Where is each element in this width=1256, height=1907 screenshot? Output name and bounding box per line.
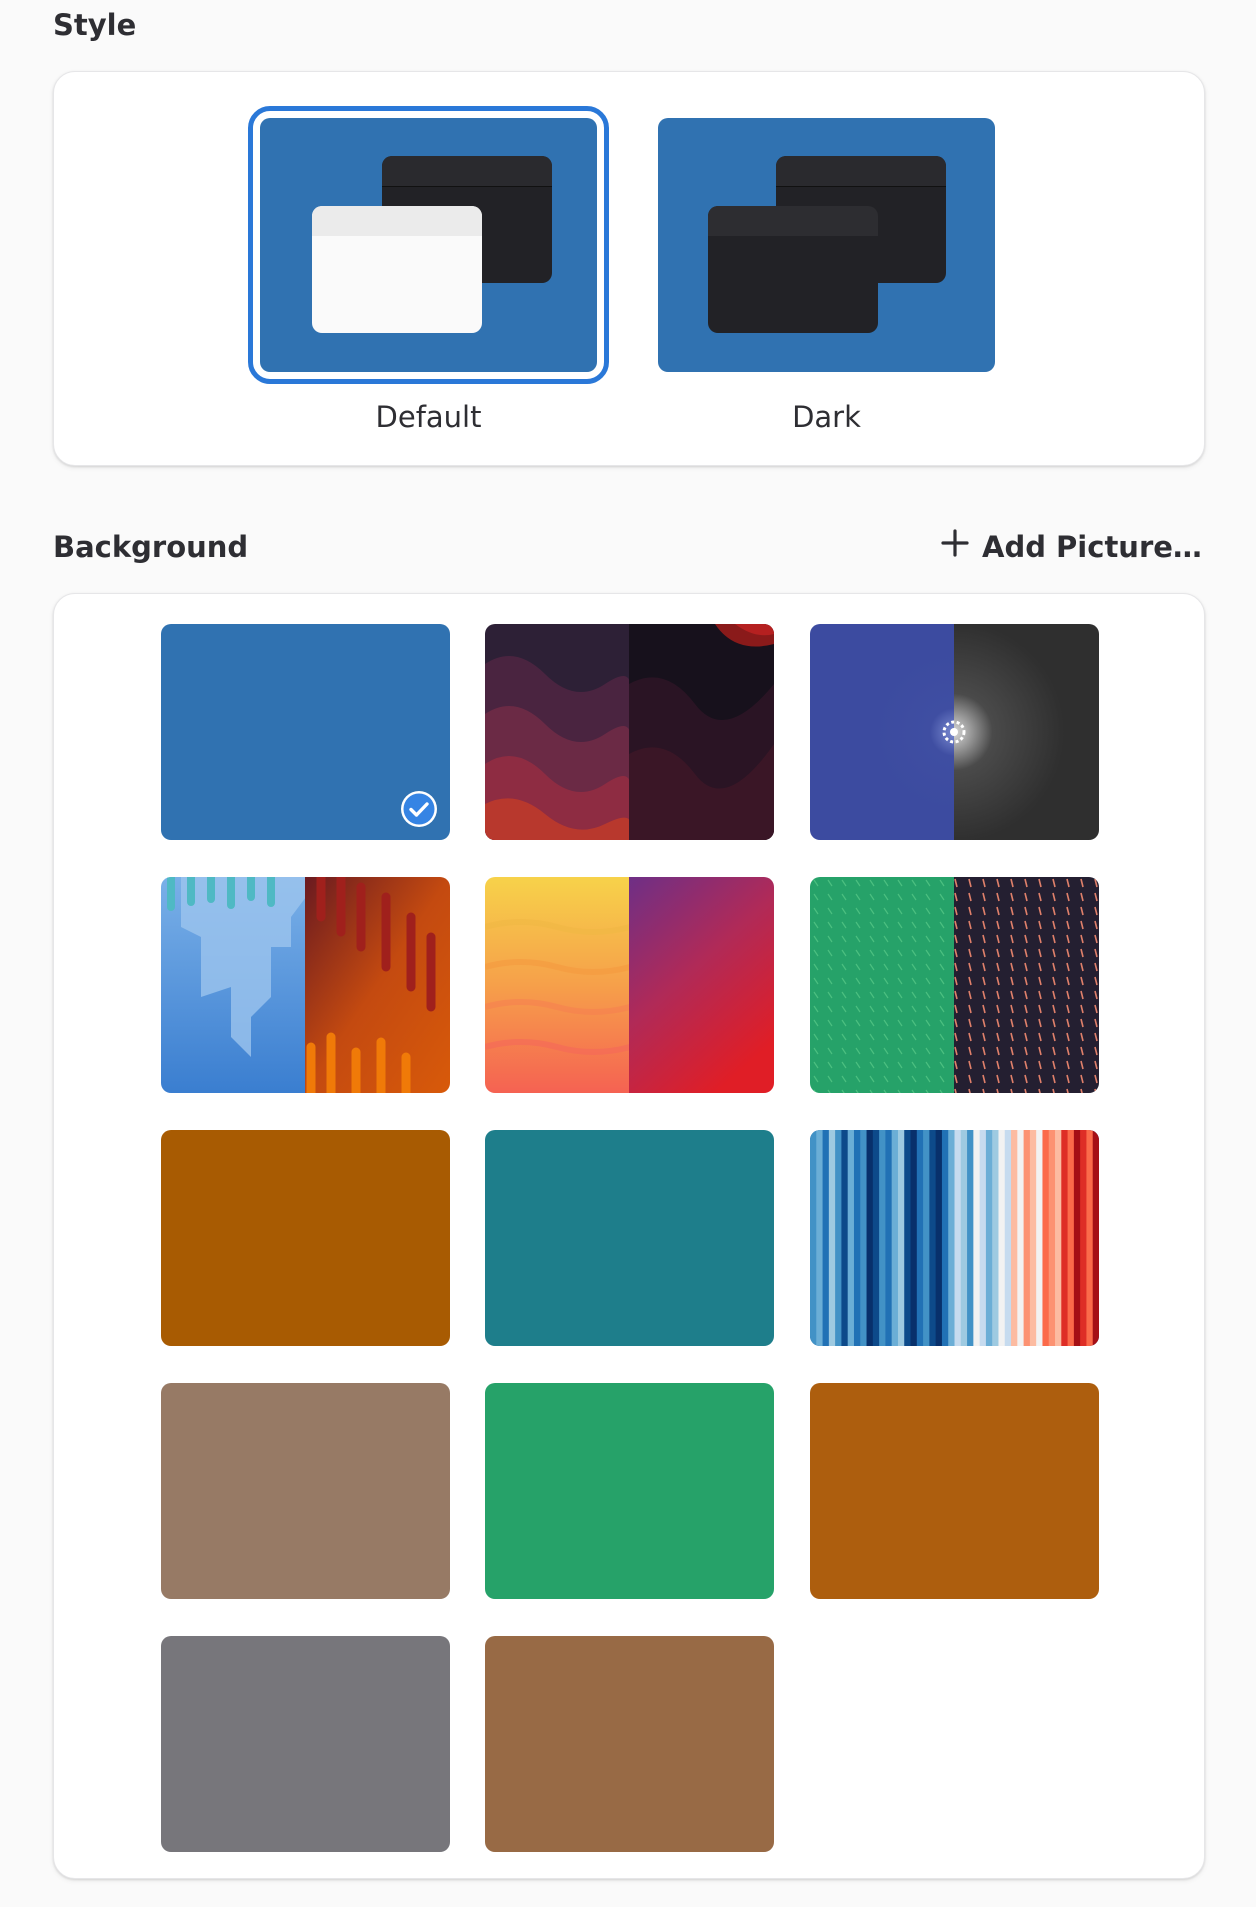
- checkmark-icon: [401, 791, 437, 827]
- wallpaper-tile-green[interactable]: [485, 1383, 774, 1599]
- stripe: [1036, 1130, 1043, 1346]
- stripe: [835, 1130, 842, 1346]
- style-option-default-label: Default: [375, 400, 482, 434]
- wallpaper-tile-waves-red[interactable]: [485, 624, 774, 840]
- style-option-dark-label: Dark: [792, 400, 861, 434]
- wallpaper-tile-blue[interactable]: [161, 624, 450, 840]
- stripe: [979, 1130, 987, 1346]
- stripe: [1023, 1130, 1031, 1346]
- wallpaper-tile-slate[interactable]: [161, 1636, 450, 1852]
- style-option-default[interactable]: [248, 106, 609, 384]
- stripe: [816, 1130, 824, 1346]
- wallpaper-tile-orange[interactable]: [161, 1130, 450, 1346]
- style-card: Default Dark: [53, 71, 1205, 466]
- stripe: [1042, 1130, 1050, 1346]
- stripe: [897, 1130, 905, 1346]
- stripe: [1092, 1130, 1099, 1346]
- stripe: [929, 1130, 937, 1346]
- add-picture-label: Add Picture…: [982, 529, 1202, 564]
- stripe: [1080, 1130, 1087, 1346]
- background-section-title: Background: [53, 530, 249, 564]
- stripe: [923, 1130, 930, 1346]
- stripe: [935, 1130, 943, 1346]
- light-window-preview: [312, 206, 482, 333]
- add-picture-button[interactable]: Add Picture…: [940, 528, 1202, 565]
- background-card: [53, 593, 1205, 1879]
- plus-icon: [940, 528, 970, 565]
- stripe: [810, 1130, 817, 1346]
- stripe: [872, 1130, 880, 1346]
- stripe: [1086, 1130, 1094, 1346]
- stripe: [1011, 1130, 1018, 1346]
- stripe: [1004, 1130, 1012, 1346]
- stripe: [841, 1130, 849, 1346]
- wallpaper-tile-taupe[interactable]: [161, 1383, 450, 1599]
- style-option-dark[interactable]: [658, 118, 995, 372]
- stripe: [1073, 1130, 1081, 1346]
- stripe: [916, 1130, 924, 1346]
- stripe: [860, 1130, 868, 1346]
- stripe: [973, 1130, 981, 1346]
- stripe: [941, 1130, 949, 1346]
- stripe: [1029, 1130, 1037, 1346]
- wallpaper-tile-stripes[interactable]: [810, 1130, 1099, 1346]
- stripe: [847, 1130, 855, 1346]
- stripe: [1061, 1130, 1069, 1346]
- stripe: [948, 1130, 955, 1346]
- wallpaper-tile-teal[interactable]: [485, 1130, 774, 1346]
- dark-window-preview-front: [708, 206, 878, 333]
- stripe: [1017, 1130, 1025, 1346]
- wallpaper-tile-gnome-logo[interactable]: [810, 624, 1099, 840]
- stripe: [1055, 1130, 1062, 1346]
- stripe: [1048, 1130, 1056, 1346]
- wallpaper-tile-amber-waves[interactable]: [485, 877, 774, 1093]
- stripe: [910, 1130, 918, 1346]
- stripe: [885, 1130, 893, 1346]
- stripe: [954, 1130, 962, 1346]
- stripe: [828, 1130, 836, 1346]
- stripe: [904, 1130, 912, 1346]
- stripe: [1067, 1130, 1075, 1346]
- stripe: [866, 1130, 874, 1346]
- wallpaper-tile-brown[interactable]: [485, 1636, 774, 1852]
- stripe: [822, 1130, 830, 1346]
- stripe: [985, 1130, 993, 1346]
- stripe: [879, 1130, 886, 1346]
- stripe: [998, 1130, 1006, 1346]
- wallpaper-tile-fields[interactable]: [810, 877, 1099, 1093]
- stripe: [853, 1130, 861, 1346]
- stripe: [992, 1130, 999, 1346]
- style-section-title: Style: [53, 8, 137, 42]
- stripe: [891, 1130, 899, 1346]
- stripe: [967, 1130, 974, 1346]
- wallpaper-tile-drips[interactable]: [161, 877, 450, 1093]
- stripe: [960, 1130, 968, 1346]
- wallpaper-tile-bronze[interactable]: [810, 1383, 1099, 1599]
